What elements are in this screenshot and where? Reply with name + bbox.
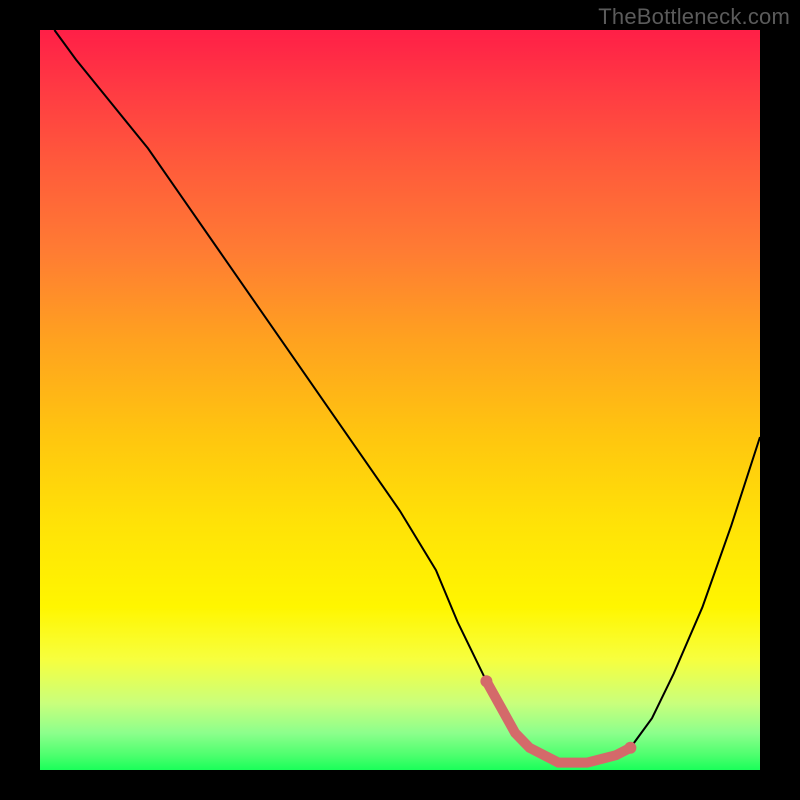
chart-svg <box>40 30 760 770</box>
optimal-range-end-dot <box>624 742 636 754</box>
chart-frame: TheBottleneck.com <box>0 0 800 800</box>
bottleneck-curve <box>54 30 760 763</box>
optimal-range-start-dot <box>480 675 492 687</box>
plot-area <box>40 30 760 770</box>
watermark-label: TheBottleneck.com <box>598 4 790 30</box>
optimal-range-marker <box>486 681 630 762</box>
